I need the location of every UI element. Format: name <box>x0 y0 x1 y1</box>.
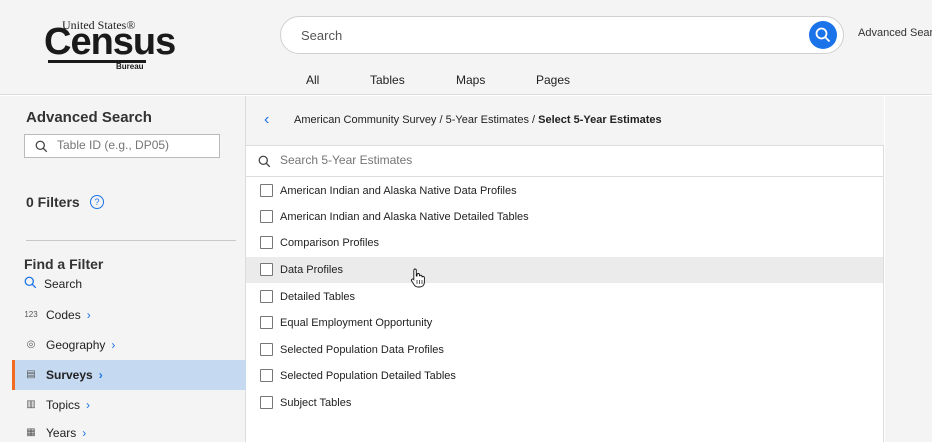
survey-icon: ▤ <box>26 369 36 380</box>
list-item[interactable]: Equal Employment Opportunity <box>246 310 883 336</box>
option-label: Data Profiles <box>280 264 343 276</box>
logo-census: Census <box>44 21 176 63</box>
chevron-right-icon: › <box>98 368 103 382</box>
sidebar-item-topics[interactable]: ▥ Topics › <box>12 390 246 420</box>
sidebar: Advanced Search 0 Filters ? Find a Filte… <box>0 96 246 442</box>
list-item[interactable]: Selected Population Detailed Tables <box>246 363 883 389</box>
123-icon: 123 <box>24 310 38 319</box>
table-id-input[interactable] <box>57 138 217 152</box>
global-search-placeholder: Search <box>301 28 343 43</box>
checkbox[interactable] <box>260 290 273 303</box>
book-icon: ▥ <box>26 399 36 410</box>
list-item[interactable]: Comparison Profiles <box>246 230 883 256</box>
help-icon[interactable]: ? <box>90 195 104 209</box>
checkbox[interactable] <box>260 369 273 382</box>
checkbox[interactable] <box>260 316 273 329</box>
search-icon <box>258 155 271 168</box>
divider <box>26 240 236 241</box>
estimates-search-input[interactable] <box>280 153 680 167</box>
find-filter-title: Find a Filter <box>24 256 104 272</box>
search-icon <box>35 140 48 153</box>
list-item[interactable]: Selected Population Data Profiles <box>246 337 883 363</box>
survey-selector-panel: ‹ American Community Survey / 5-Year Est… <box>246 96 884 442</box>
sidebar-item-surveys[interactable]: ▤ Surveys › <box>12 360 246 390</box>
checkbox[interactable] <box>260 184 273 197</box>
breadcrumb-path[interactable]: American Community Survey / 5-Year Estim… <box>294 114 538 126</box>
filter-search-label: Search <box>44 277 83 291</box>
calendar-icon: ▦ <box>26 427 36 438</box>
global-search-input[interactable]: Search <box>280 16 844 54</box>
checkbox[interactable] <box>260 343 273 356</box>
option-label: American Indian and Alaska Native Detail… <box>280 211 529 223</box>
option-label: American Indian and Alaska Native Data P… <box>280 185 517 197</box>
map-pin-icon: ◎ <box>26 339 36 350</box>
sidebar-item-codes[interactable]: 123 Codes › <box>12 300 246 330</box>
sidebar-item-label: Surveys <box>46 368 93 382</box>
right-panel <box>885 96 932 442</box>
search-button[interactable] <box>809 21 837 49</box>
chevron-right-icon: › <box>86 308 91 322</box>
option-label: Equal Employment Opportunity <box>280 317 433 329</box>
breadcrumb-text: American Community Survey / 5-Year Estim… <box>294 114 662 126</box>
checkbox[interactable] <box>260 236 273 249</box>
list-item[interactable]: Detailed Tables <box>246 284 883 310</box>
tab-tables[interactable]: Tables <box>370 73 405 87</box>
checkbox[interactable] <box>260 396 273 409</box>
sidebar-item-years[interactable]: ▦ Years › <box>12 418 246 442</box>
hand-cursor-icon <box>411 268 425 288</box>
tab-maps[interactable]: Maps <box>456 73 485 87</box>
option-label: Selected Population Detailed Tables <box>280 370 456 382</box>
list-item[interactable]: American Indian and Alaska Native Data P… <box>246 178 883 204</box>
filters-count: 0 Filters <box>26 194 80 210</box>
breadcrumb-current: Select 5-Year Estimates <box>538 114 662 126</box>
chevron-left-icon[interactable]: ‹ <box>264 111 269 129</box>
checkbox[interactable] <box>260 210 273 223</box>
sidebar-item-label: Geography <box>46 338 106 352</box>
chevron-right-icon: › <box>111 338 116 352</box>
tab-pages[interactable]: Pages <box>536 73 570 87</box>
sidebar-item-label: Codes <box>46 308 81 322</box>
list-item[interactable]: American Indian and Alaska Native Detail… <box>246 204 883 230</box>
option-label: Comparison Profiles <box>280 237 380 249</box>
sidebar-item-label: Years <box>46 426 77 440</box>
tab-all[interactable]: All <box>306 73 319 87</box>
chevron-right-icon: › <box>86 398 91 412</box>
breadcrumb: ‹ American Community Survey / 5-Year Est… <box>246 96 884 146</box>
advanced-search-link[interactable]: Advanced Searc <box>858 27 932 39</box>
chevron-right-icon: › <box>82 426 87 440</box>
sidebar-item-label: Topics <box>46 398 81 412</box>
sidebar-title: Advanced Search <box>26 109 152 126</box>
sidebar-item-geography[interactable]: ◎ Geography › <box>12 330 246 360</box>
list-item[interactable]: Subject Tables <box>246 390 883 416</box>
estimates-search-field[interactable] <box>246 147 884 177</box>
search-icon <box>24 276 37 289</box>
header: United States® Census Bureau Search Adva… <box>0 0 932 95</box>
census-logo[interactable]: United States® Census Bureau <box>40 12 176 72</box>
logo-bureau: Bureau <box>116 62 144 71</box>
table-id-field[interactable] <box>24 134 220 158</box>
search-icon <box>815 27 831 43</box>
checkbox[interactable] <box>260 263 273 276</box>
option-label: Subject Tables <box>280 397 352 409</box>
option-label: Detailed Tables <box>280 291 356 303</box>
option-label: Selected Population Data Profiles <box>280 344 444 356</box>
list-item[interactable]: Data Profiles <box>246 257 883 283</box>
